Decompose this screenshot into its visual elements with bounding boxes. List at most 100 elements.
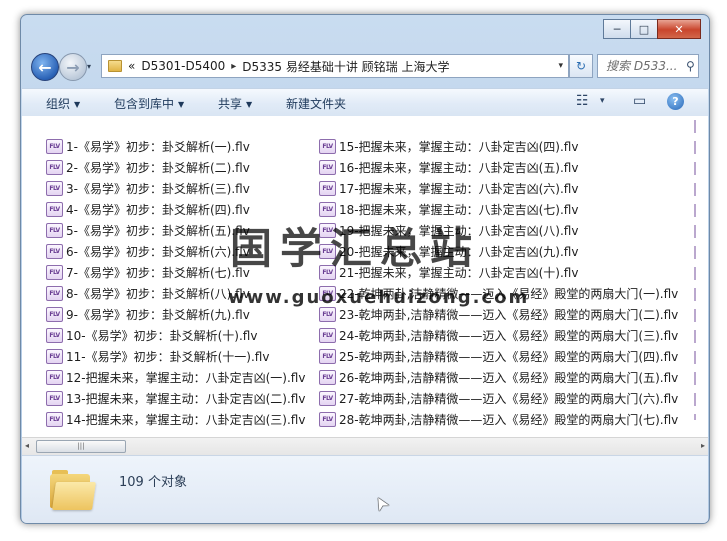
- flv-file-icon: FLV: [319, 222, 336, 238]
- file-item[interactable]: FLV 2-《易学》初步：卦爻解析(二).flv: [46, 157, 250, 177]
- navigation-bar: ← → ▾ « D5301-D5400 ▸ D5335 易经基础十讲 顾铭瑞 上…: [29, 50, 701, 82]
- file-item[interactable]: FLV 8-《易学》初步：卦爻解析(八).flv: [46, 283, 250, 303]
- flv-file-icon: FLV: [46, 369, 63, 385]
- file-item[interactable]: FLV 28-乾坤两卦,洁静精微——迈入《易经》殿堂的两扇大门(七).flv: [319, 409, 678, 429]
- close-button[interactable]: ✕: [657, 19, 701, 39]
- file-item[interactable]: FLV 20-把握未来，掌握主动：八卦定吉凶(九).flv: [319, 241, 578, 261]
- file-item[interactable]: FLV 11-《易学》初步：卦爻解析(十一).flv: [46, 346, 269, 366]
- file-list: FLV 1-《易学》初步：卦爻解析(一).flv FLV 2-《易学》初步：卦爻解析(…: [22, 116, 708, 437]
- include-in-library-menu[interactable]: 包含到库中 ▼: [114, 95, 184, 112]
- file-item[interactable]: FLV 13-把握未来，掌握主动：八卦定吉凶(二).flv: [46, 388, 305, 408]
- file-item[interactable]: FLV 27-乾坤两卦,洁静精微——迈入《易经》殿堂的两扇大门(六).flv: [319, 388, 678, 408]
- file-name: 3-《易学》初步：卦爻解析(三).flv: [66, 181, 250, 196]
- flv-file-icon: FLV: [46, 159, 63, 175]
- address-bar[interactable]: « D5301-D5400 ▸ D5335 易经基础十讲 顾铭瑞 上海大学 ▾: [101, 54, 569, 78]
- scroll-right-icon[interactable]: ▸: [701, 441, 705, 450]
- file-item[interactable]: FLV 17-把握未来，掌握主动：八卦定吉凶(六).flv: [319, 178, 578, 198]
- file-item[interactable]: FLV 21-把握未来，掌握主动：八卦定吉凶(十).flv: [319, 262, 578, 282]
- minimize-button[interactable]: ─: [603, 19, 631, 39]
- file-name: 28-乾坤两卦,洁静精微——迈入《易经》殿堂的两扇大门(七).flv: [339, 412, 679, 427]
- file-item[interactable]: FLV 15-把握未来，掌握主动：八卦定吉凶(四).flv: [319, 136, 578, 156]
- flv-file-icon: FLV: [319, 369, 336, 385]
- file-item[interactable]: FLV 23-乾坤两卦,洁静精微——迈入《易经》殿堂的两扇大门(二).flv: [319, 304, 678, 324]
- file-item[interactable]: FLV 1-《易学》初步：卦爻解析(一).flv: [46, 136, 250, 156]
- breadcrumb-overflow[interactable]: «: [128, 59, 135, 73]
- file-item[interactable]: FLV 24-乾坤两卦,洁静精微——迈入《易经》殿堂的两扇大门(三).flv: [319, 325, 678, 345]
- chevron-down-icon: ▼: [246, 100, 253, 109]
- search-input[interactable]: [604, 58, 686, 74]
- flv-file-icon: FLV: [46, 390, 63, 406]
- file-item[interactable]: FLV 25-乾坤两卦,洁静精微——迈入《易经》殿堂的两扇大门(四).flv: [319, 346, 678, 366]
- new-folder-label: 新建文件夹: [286, 97, 347, 111]
- flv-file-icon: FLV: [319, 159, 336, 175]
- flv-file-icon: FLV: [319, 348, 336, 364]
- file-item[interactable]: FLV 19-把握未来，掌握主动：八卦定吉凶(八).flv: [319, 220, 578, 240]
- file-item[interactable]: FLV 16-把握未来，掌握主动：八卦定吉凶(五).flv: [319, 157, 578, 177]
- forward-button[interactable]: →: [59, 53, 87, 81]
- flv-file-icon: FLV: [46, 411, 63, 427]
- view-options-dropdown-icon[interactable]: ▾: [600, 96, 605, 106]
- file-item[interactable]: FLV 9-《易学》初步：卦爻解析(九).flv: [46, 304, 250, 324]
- folder-icon: [108, 60, 122, 72]
- back-button[interactable]: ←: [31, 53, 59, 81]
- maximize-button[interactable]: □: [630, 19, 658, 39]
- file-name: 23-乾坤两卦,洁静精微——迈入《易经》殿堂的两扇大门(二).flv: [339, 307, 679, 322]
- search-box[interactable]: ⚲: [597, 54, 699, 78]
- item-count: 109 个对象: [119, 475, 187, 490]
- file-item[interactable]: FLV 6-《易学》初步：卦爻解析(六).flv: [46, 241, 250, 261]
- file-name: 25-乾坤两卦,洁静精微——迈入《易经》殿堂的两扇大门(四).flv: [339, 349, 679, 364]
- file-name: 18-把握未来，掌握主动：八卦定吉凶(七).flv: [339, 202, 579, 217]
- include-in-library-label: 包含到库中: [114, 97, 175, 111]
- recent-pages-dropdown[interactable]: ▾: [87, 62, 91, 71]
- flv-file-icon: FLV: [319, 264, 336, 280]
- file-item[interactable]: FLV 18-把握未来，掌握主动：八卦定吉凶(七).flv: [319, 199, 578, 219]
- preview-pane-icon[interactable]: ▭: [633, 93, 646, 109]
- file-name: 8-《易学》初步：卦爻解析(八).flv: [66, 286, 250, 301]
- file-item[interactable]: FLV 4-《易学》初步：卦爻解析(四).flv: [46, 199, 250, 219]
- share-menu[interactable]: 共享 ▼: [218, 95, 252, 112]
- file-item[interactable]: FLV 5-《易学》初步：卦爻解析(五).flv: [46, 220, 250, 240]
- flv-file-icon: FLV: [319, 411, 336, 427]
- flv-file-icon: FLV: [46, 243, 63, 259]
- horizontal-scrollbar[interactable]: ◂ ||| ▸: [22, 437, 708, 455]
- file-item[interactable]: FLV 14-把握未来，掌握主动：八卦定吉凶(三).flv: [46, 409, 305, 429]
- file-name: 1-《易学》初步：卦爻解析(一).flv: [66, 139, 250, 154]
- scroll-left-icon[interactable]: ◂: [25, 441, 29, 450]
- details-pane: 109 个对象 ➤: [22, 455, 708, 523]
- file-name: 2-《易学》初步：卦爻解析(二).flv: [66, 160, 250, 175]
- breadcrumb-separator-icon[interactable]: ▸: [231, 61, 236, 72]
- next-column-edge: [694, 120, 696, 420]
- scrollbar-thumb[interactable]: |||: [36, 440, 126, 453]
- folder-icon: [50, 470, 96, 510]
- file-item[interactable]: FLV 3-《易学》初步：卦爻解析(三).flv: [46, 178, 250, 198]
- chevron-down-icon: ▼: [178, 100, 185, 109]
- file-item[interactable]: FLV 12-把握未来，掌握主动：八卦定吉凶(一).flv: [46, 367, 305, 387]
- search-icon[interactable]: ⚲: [686, 59, 695, 73]
- flv-file-icon: FLV: [319, 138, 336, 154]
- caption-buttons: ─ □ ✕: [603, 19, 701, 39]
- new-folder-button[interactable]: 新建文件夹: [286, 95, 346, 112]
- breadcrumb-item[interactable]: D5301-D5400: [141, 59, 225, 73]
- file-item[interactable]: FLV 22-乾坤两卦,洁静精微——迈入《易经》殿堂的两扇大门(一).flv: [319, 283, 678, 303]
- help-icon[interactable]: ?: [667, 93, 684, 110]
- mouse-cursor-icon: ➤: [368, 491, 395, 516]
- flv-file-icon: FLV: [46, 201, 63, 217]
- file-name: 7-《易学》初步：卦爻解析(七).flv: [66, 265, 250, 280]
- refresh-button[interactable]: ↻: [569, 54, 593, 78]
- file-name: 17-把握未来，掌握主动：八卦定吉凶(六).flv: [339, 181, 579, 196]
- organize-menu[interactable]: 组织 ▼: [46, 95, 80, 112]
- flv-file-icon: FLV: [319, 390, 336, 406]
- flv-file-icon: FLV: [46, 180, 63, 196]
- address-dropdown-icon[interactable]: ▾: [558, 61, 563, 71]
- file-item[interactable]: FLV 10-《易学》初步：卦爻解析(十).flv: [46, 325, 257, 345]
- breadcrumb-item-current[interactable]: D5335 易经基础十讲 顾铭瑞 上海大学: [242, 58, 449, 75]
- file-name: 16-把握未来，掌握主动：八卦定吉凶(五).flv: [339, 160, 579, 175]
- flv-file-icon: FLV: [319, 285, 336, 301]
- flv-file-icon: FLV: [319, 306, 336, 322]
- file-name: 27-乾坤两卦,洁静精微——迈入《易经》殿堂的两扇大门(六).flv: [339, 391, 679, 406]
- change-view-icon[interactable]: ☷: [576, 93, 589, 109]
- flv-file-icon: FLV: [46, 222, 63, 238]
- file-item[interactable]: FLV 7-《易学》初步：卦爻解析(七).flv: [46, 262, 250, 282]
- file-item[interactable]: FLV 26-乾坤两卦,洁静精微——迈入《易经》殿堂的两扇大门(五).flv: [319, 367, 678, 387]
- chevron-down-icon: ▼: [74, 100, 81, 109]
